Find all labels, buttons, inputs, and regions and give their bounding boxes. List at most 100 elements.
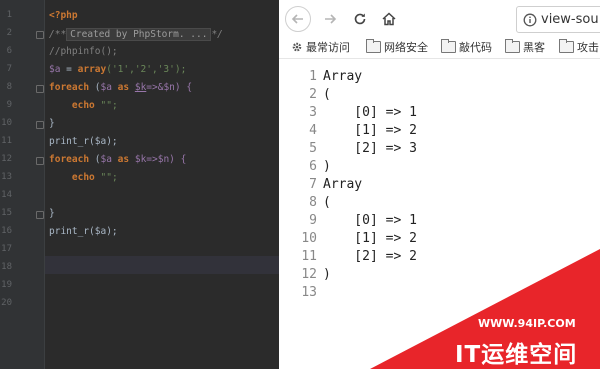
php-open-tag: <?php bbox=[49, 10, 78, 21]
code-line[interactable]: <?php bbox=[49, 10, 78, 21]
line-number: 1 bbox=[6, 10, 12, 20]
keyword: array bbox=[77, 64, 107, 75]
source-line-number: 9 bbox=[309, 213, 317, 228]
source-line: 6) bbox=[279, 158, 331, 176]
bookmarks-toolbar: 最常访问 网络安全 敲代码 黑客 攻击 bbox=[279, 36, 600, 59]
code-line[interactable]: print_r($a); bbox=[49, 136, 118, 147]
operator: = bbox=[60, 64, 78, 75]
line-comment: //phpinfo(); bbox=[49, 46, 118, 57]
line-number: 16 bbox=[1, 226, 12, 236]
source-line: 3 [0] => 1 bbox=[279, 104, 417, 122]
line-number: 18 bbox=[1, 262, 12, 272]
bookmark-folder-network-security[interactable]: 网络安全 bbox=[366, 39, 428, 55]
code-line[interactable]: //phpinfo(); bbox=[49, 46, 118, 57]
info-icon[interactable] bbox=[523, 13, 537, 27]
line-number: 19 bbox=[1, 280, 12, 290]
source-line: 12) bbox=[279, 266, 331, 284]
back-button[interactable] bbox=[285, 6, 311, 32]
source-line-text: ( bbox=[323, 87, 331, 102]
gear-icon bbox=[292, 42, 302, 52]
source-line-number: 6 bbox=[309, 159, 317, 174]
page-source-view: 1 Array 2( 3 [0] => 1 4 [1] => 2 5 [2] =>… bbox=[279, 60, 600, 369]
fold-marker-icon[interactable] bbox=[36, 121, 44, 129]
source-line-text: [2] => 2 bbox=[323, 249, 417, 264]
source-line-number: 5 bbox=[309, 141, 317, 156]
folder-icon bbox=[505, 39, 520, 53]
source-line-number: 4 bbox=[309, 123, 317, 138]
source-line-number: 3 bbox=[309, 105, 317, 120]
line-number: 8 bbox=[6, 82, 12, 92]
line-number-gutter: 1 2 6 7 8 9 10 11 12 13 14 15 16 17 18 1… bbox=[0, 0, 44, 369]
fold-marker-icon[interactable] bbox=[36, 85, 44, 93]
source-line: 2( bbox=[279, 86, 331, 104]
function-call: print_r($a); bbox=[49, 136, 118, 147]
code-line[interactable]: foreach ($a as $k=>&$n) { bbox=[49, 82, 192, 93]
folded-comment-hint[interactable]: Created by PhpStorm. ... bbox=[66, 28, 212, 41]
variable: $k bbox=[134, 82, 147, 93]
code-line[interactable]: /** Created by PhpStorm. ... */ bbox=[49, 28, 223, 41]
source-line: 9 [0] => 1 bbox=[279, 212, 417, 230]
fold-marker-icon[interactable] bbox=[36, 157, 44, 165]
fold-marker-icon[interactable] bbox=[36, 211, 44, 219]
url-text[interactable]: view-sou bbox=[541, 12, 599, 27]
browser-toolbar: view-sou bbox=[279, 0, 600, 36]
bookmark-folder-attack[interactable]: 攻击 bbox=[559, 39, 599, 55]
source-line: 7 Array bbox=[279, 176, 362, 194]
address-bar[interactable]: view-sou bbox=[516, 6, 600, 33]
source-line-text: Array bbox=[323, 177, 363, 192]
reload-icon bbox=[354, 13, 366, 25]
source-line: 4 [1] => 2 bbox=[279, 122, 417, 140]
line-number: 10 bbox=[1, 118, 12, 128]
code-line[interactable]: } bbox=[49, 208, 55, 219]
source-line: 1 Array bbox=[279, 68, 362, 86]
fold-marker-icon[interactable] bbox=[36, 31, 44, 39]
source-line-number: 12 bbox=[301, 267, 317, 282]
folder-icon bbox=[559, 39, 574, 53]
line-number: 17 bbox=[1, 244, 12, 254]
code-line[interactable]: } bbox=[49, 118, 55, 129]
forward-arrow-icon bbox=[325, 14, 337, 24]
reload-button[interactable] bbox=[349, 8, 371, 30]
string: ""; bbox=[94, 172, 118, 183]
gutter-divider bbox=[44, 0, 45, 369]
source-line-number: 13 bbox=[301, 285, 317, 300]
folder-icon bbox=[441, 39, 456, 53]
folder-icon bbox=[366, 39, 381, 53]
bookmark-label: 网络安全 bbox=[384, 41, 428, 54]
code-line[interactable]: print_r($a); bbox=[49, 226, 118, 237]
ide-editor-pane[interactable]: 1 2 6 7 8 9 10 11 12 13 14 15 16 17 18 1… bbox=[0, 0, 279, 369]
keyword: echo bbox=[71, 172, 95, 183]
bookmark-label: 攻击 bbox=[577, 41, 599, 54]
keyword: echo bbox=[71, 100, 95, 111]
source-line: 10 [1] => 2 bbox=[279, 230, 417, 248]
line-number: 13 bbox=[1, 172, 12, 182]
line-number: 6 bbox=[6, 46, 12, 56]
brace: } bbox=[49, 208, 55, 219]
bookmark-folder-coding[interactable]: 敲代码 bbox=[441, 39, 492, 55]
variable: $a bbox=[49, 64, 61, 75]
line-number: 11 bbox=[1, 136, 12, 146]
source-line-number: 1 bbox=[309, 69, 317, 84]
code-line[interactable]: echo ""; bbox=[49, 100, 118, 111]
code-line[interactable]: $a = array('1','2','3'); bbox=[49, 64, 186, 75]
source-line-text: [2] => 3 bbox=[323, 141, 417, 156]
bookmark-folder-hacker[interactable]: 黑客 bbox=[505, 39, 545, 55]
line-number: 2 bbox=[6, 28, 12, 38]
bookmark-label: 黑客 bbox=[523, 41, 545, 54]
code-line[interactable]: echo ""; bbox=[49, 172, 118, 183]
variable: $a bbox=[100, 82, 112, 93]
line-number: 14 bbox=[1, 190, 12, 200]
source-line-text: ( bbox=[323, 195, 331, 210]
code-line[interactable]: foreach ($a as $k=>$n) { bbox=[49, 154, 186, 165]
punctuation: ( bbox=[89, 82, 101, 93]
forward-button[interactable] bbox=[319, 8, 341, 30]
source-line-text: [1] => 2 bbox=[323, 231, 417, 246]
back-arrow-icon bbox=[291, 14, 303, 24]
source-line-number: 11 bbox=[301, 249, 317, 264]
variable: $a bbox=[100, 154, 112, 165]
source-line-text: ) bbox=[323, 159, 331, 174]
line-number: 7 bbox=[6, 64, 12, 74]
source-line-text: ) bbox=[323, 267, 331, 282]
bookmark-most-visited[interactable]: 最常访问 bbox=[291, 39, 350, 55]
home-button[interactable] bbox=[378, 8, 400, 30]
